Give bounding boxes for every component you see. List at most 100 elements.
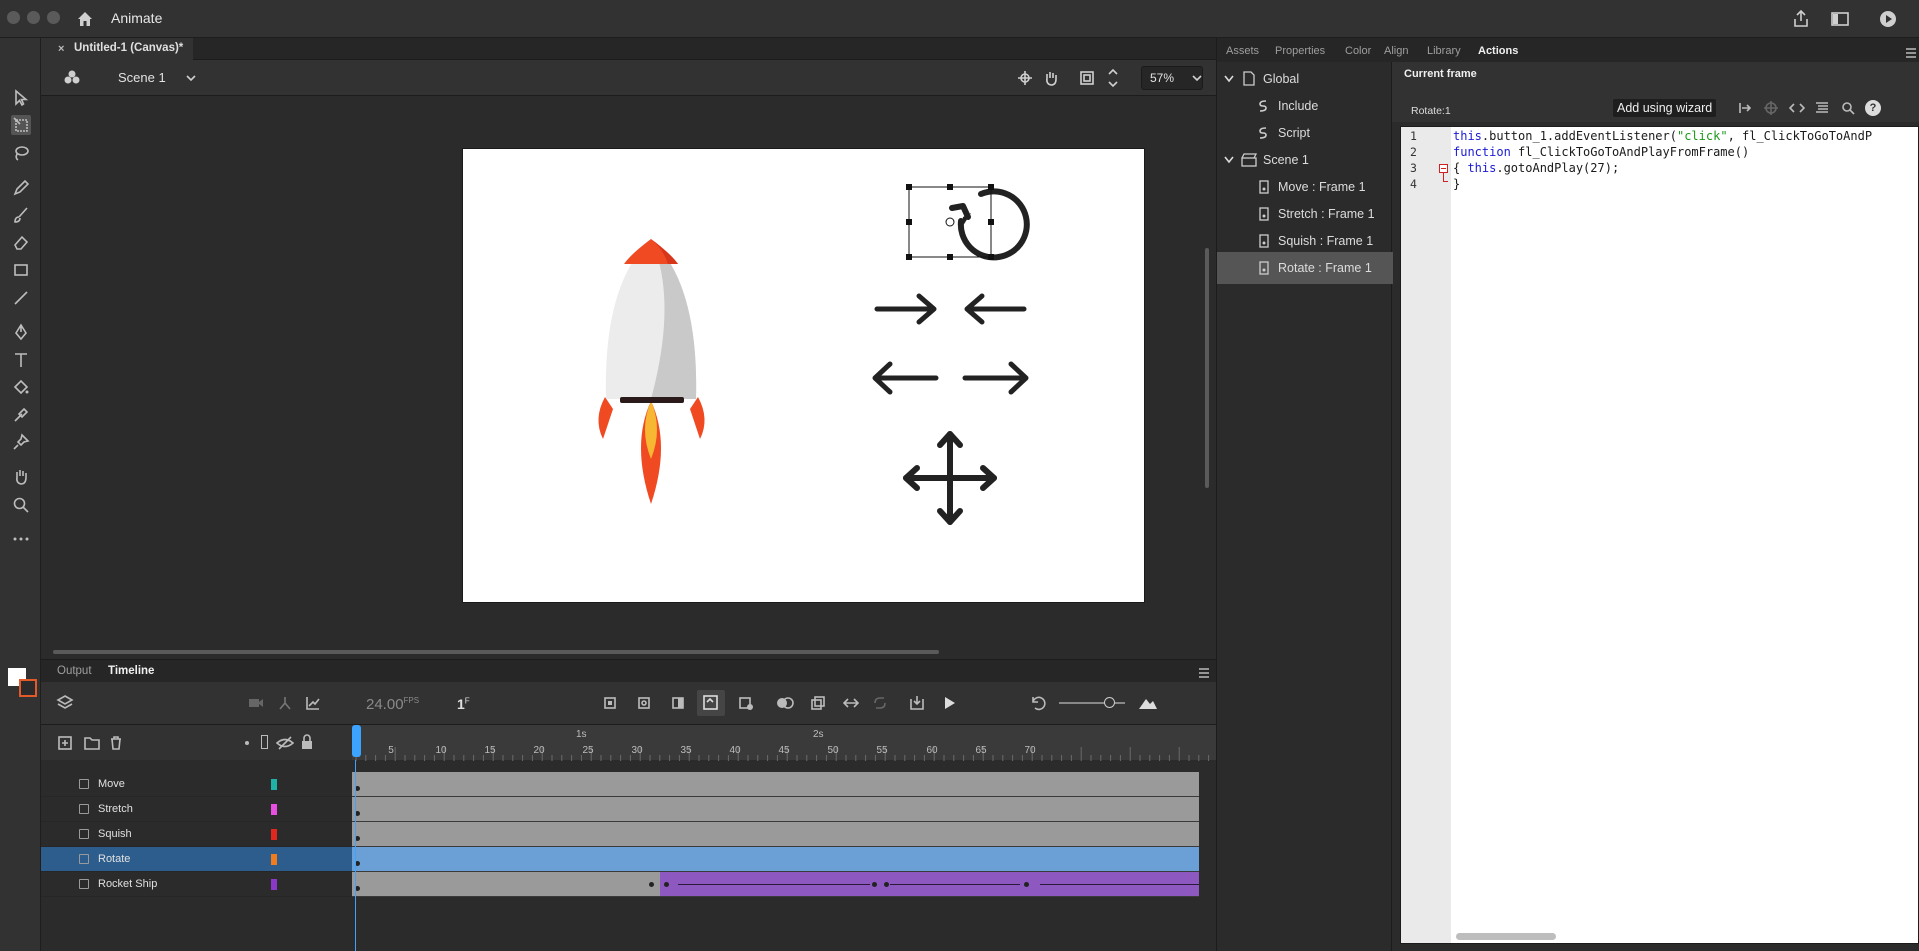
text-tool-icon[interactable] [11, 350, 31, 370]
motion-tween-span[interactable] [660, 872, 1199, 896]
tab-color[interactable]: Color [1345, 45, 1371, 57]
window-zoom-button[interactable] [47, 11, 60, 24]
layer-color-swatch[interactable] [271, 804, 277, 815]
scene-selector[interactable]: Scene 1 [118, 70, 166, 85]
timeline-zoom-slider-handle[interactable] [1104, 697, 1115, 708]
close-tab-icon[interactable]: × [58, 43, 64, 55]
stage-canvas[interactable] [462, 148, 1145, 603]
current-frame-button[interactable]: Current frame [1404, 68, 1477, 80]
center-stage-icon[interactable] [1017, 70, 1033, 89]
rectangle-tool-icon[interactable] [11, 260, 31, 280]
play-icon[interactable] [940, 694, 958, 715]
new-folder-icon[interactable] [83, 735, 101, 754]
zoom-tool-icon[interactable] [11, 495, 31, 515]
playhead-marker[interactable] [352, 725, 361, 757]
line-tool-icon[interactable] [11, 288, 31, 308]
tab-timeline[interactable]: Timeline [108, 665, 154, 677]
editor-horizontal-scrollbar[interactable] [1456, 933, 1556, 940]
keyframe-marker[interactable] [664, 882, 669, 887]
timeline-ruler[interactable]: 1s 2s 5 10 15 20 25 30 35 40 45 50 55 60… [352, 724, 1241, 761]
edit-multiple-frames-icon[interactable] [810, 695, 826, 714]
tab-align[interactable]: Align [1384, 45, 1408, 57]
layers-icon[interactable] [56, 694, 74, 715]
pencil-tool-icon[interactable] [11, 178, 31, 198]
stage-vertical-scrollbar[interactable] [1205, 248, 1209, 488]
zoom-stepper-icon[interactable] [1107, 66, 1119, 93]
highlight-dot-icon[interactable] [245, 741, 249, 745]
frames-row-rotate[interactable] [352, 847, 1199, 872]
frames-row-squish[interactable] [352, 822, 1199, 847]
tree-item-rotate-frame-1[interactable]: Rotate : Frame 1 [1217, 252, 1393, 284]
keyframe-icon[interactable] [602, 695, 618, 714]
hide-layers-icon[interactable] [275, 735, 295, 754]
loop-icon[interactable] [842, 695, 860, 714]
frames-row-stretch[interactable] [352, 797, 1199, 822]
free-transform-tool-icon[interactable] [11, 115, 31, 135]
frames-row-rocket-ship[interactable] [352, 872, 1199, 897]
current-frame-readout[interactable]: 1F [457, 696, 470, 712]
stage-horizontal-scrollbar[interactable] [53, 650, 939, 654]
tab-assets[interactable]: Assets [1226, 45, 1259, 57]
layer-parenting-icon[interactable] [277, 695, 293, 714]
scene-icon[interactable] [63, 69, 81, 90]
keyframe-marker[interactable] [872, 882, 877, 887]
graph-icon[interactable] [305, 695, 321, 714]
layer-row-stretch[interactable]: Stretch [41, 797, 352, 822]
auto-keyframe-icon[interactable] [697, 690, 725, 716]
layer-color-swatch[interactable] [271, 854, 277, 865]
layer-row-move[interactable]: Move [41, 772, 352, 797]
fold-icon[interactable] [1439, 164, 1448, 173]
test-movie-icon[interactable] [1877, 8, 1899, 30]
undo-icon[interactable] [1029, 694, 1047, 715]
insert-blank-keyframe-icon[interactable] [738, 695, 754, 714]
tab-properties[interactable]: Properties [1275, 45, 1325, 57]
brush-tool-icon[interactable] [11, 205, 31, 225]
rocket-ship-graphic[interactable] [598, 239, 705, 504]
eraser-tool-icon[interactable] [11, 232, 31, 252]
pin-tool-icon[interactable] [11, 432, 31, 452]
move-arrows-graphic[interactable] [903, 431, 997, 525]
fps-readout[interactable]: 24.00FPS [366, 696, 419, 713]
go-to-first-frame-icon[interactable] [908, 694, 926, 715]
layer-row-rocket-ship[interactable]: Rocket Ship [41, 872, 352, 897]
code-editor[interactable]: 1 2 3 4 this.button_1.addEventListener("… [1400, 126, 1919, 944]
insert-frame-icon[interactable] [670, 695, 686, 714]
window-minimize-button[interactable] [27, 11, 40, 24]
rotate-stage-icon[interactable] [1043, 70, 1059, 89]
lasso-tool-icon[interactable] [11, 143, 31, 163]
layer-color-swatch[interactable] [271, 829, 277, 840]
keyframe-marker[interactable] [884, 882, 889, 887]
panel-menu-icon[interactable] [1905, 47, 1917, 61]
tab-actions[interactable]: Actions [1478, 45, 1518, 57]
selection-tool-icon[interactable] [11, 88, 31, 108]
squish-arrows-graphic[interactable] [874, 293, 1027, 325]
fill-color-swatch[interactable] [19, 679, 37, 697]
new-layer-icon[interactable] [57, 735, 73, 754]
lock-icon[interactable] [300, 734, 314, 753]
layer-color-swatch[interactable] [271, 879, 277, 890]
panel-menu-icon[interactable] [1198, 667, 1210, 681]
tab-output[interactable]: Output [57, 665, 92, 677]
zoom-dropdown-chevron-icon[interactable] [1191, 72, 1203, 87]
frames-row-move[interactable] [352, 772, 1199, 797]
tab-library[interactable]: Library [1427, 45, 1461, 57]
sync-icon[interactable] [872, 695, 888, 714]
delete-layer-icon[interactable] [108, 735, 124, 754]
share-icon[interactable] [1790, 8, 1812, 30]
chevron-down-icon[interactable] [1224, 156, 1234, 164]
format-code-icon[interactable] [1815, 101, 1829, 118]
camera-icon[interactable] [248, 695, 264, 714]
layer-row-squish[interactable]: Squish [41, 822, 352, 847]
rotate-button-graphic[interactable] [906, 184, 1030, 261]
eyedropper-tool-icon[interactable] [11, 405, 31, 425]
add-using-wizard-button[interactable]: Add using wizard [1613, 99, 1717, 117]
clip-content-icon[interactable] [1079, 70, 1095, 89]
keyframe-marker[interactable] [649, 882, 654, 887]
window-close-button[interactable] [7, 11, 20, 24]
find-icon[interactable] [1841, 101, 1855, 118]
keyframe-marker[interactable] [1024, 882, 1029, 887]
pin-script-icon[interactable] [1738, 101, 1752, 118]
target-icon[interactable] [1764, 101, 1778, 118]
layer-color-swatch[interactable] [271, 779, 277, 790]
paint-bucket-tool-icon[interactable] [11, 377, 31, 397]
